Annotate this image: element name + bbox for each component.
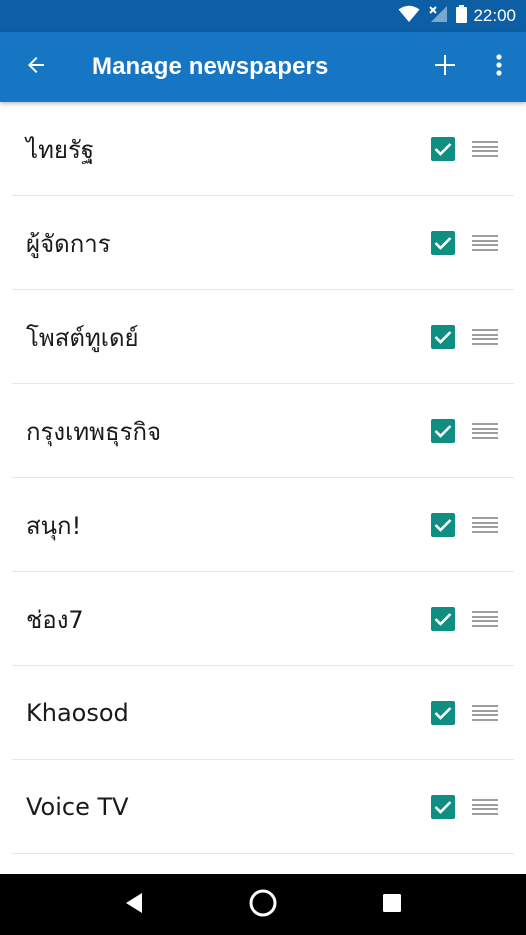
- system-nav-bar: [0, 874, 526, 935]
- status-bar: 22:00: [0, 0, 526, 32]
- arrow-left-icon: [24, 53, 48, 81]
- system-back-button[interactable]: [114, 885, 154, 925]
- newspaper-name: สนุก!: [26, 511, 82, 540]
- home-circle-icon: [248, 888, 278, 922]
- system-home-button[interactable]: [243, 885, 283, 925]
- signal-no-service-icon: [428, 5, 448, 27]
- list-item[interactable]: ผู้จัดการ: [0, 196, 526, 290]
- enable-checkbox[interactable]: [431, 419, 455, 443]
- battery-icon: [456, 5, 468, 27]
- newspaper-list: ไทยรัฐ ผู้จัดการ โพสต์ทูเดย์ กรุงเทพธุรก…: [0, 102, 526, 854]
- status-time: 22:00: [473, 6, 516, 25]
- drag-handle-icon[interactable]: [472, 420, 498, 442]
- list-item[interactable]: สนุก!: [0, 478, 526, 572]
- newspaper-name: ผู้จัดการ: [26, 229, 111, 258]
- newspaper-name: Voice TV: [26, 793, 129, 821]
- drag-handle-icon[interactable]: [472, 232, 498, 254]
- enable-checkbox[interactable]: [431, 701, 455, 725]
- page-title: Manage newspapers: [92, 53, 329, 80]
- list-item[interactable]: Voice TV: [0, 760, 526, 854]
- overflow-menu-button[interactable]: [472, 32, 526, 102]
- drag-handle-icon[interactable]: [472, 608, 498, 630]
- list-item[interactable]: Khaosod: [0, 666, 526, 760]
- enable-checkbox[interactable]: [431, 513, 455, 537]
- list-item[interactable]: ช่อง7: [0, 572, 526, 666]
- drag-handle-icon[interactable]: [472, 326, 498, 348]
- enable-checkbox[interactable]: [431, 137, 455, 161]
- drag-handle-icon[interactable]: [472, 514, 498, 536]
- more-vert-icon: [496, 54, 502, 80]
- app-bar: Manage newspapers: [0, 32, 526, 102]
- enable-checkbox[interactable]: [431, 607, 455, 631]
- drag-handle-icon[interactable]: [472, 702, 498, 724]
- recents-square-icon: [382, 893, 402, 917]
- enable-checkbox[interactable]: [431, 325, 455, 349]
- back-button[interactable]: [0, 32, 72, 102]
- back-triangle-icon: [124, 892, 144, 918]
- list-item[interactable]: โพสต์ทูเดย์: [0, 290, 526, 384]
- drag-handle-icon[interactable]: [472, 138, 498, 160]
- add-newspaper-button[interactable]: [418, 32, 472, 102]
- enable-checkbox[interactable]: [431, 231, 455, 255]
- newspaper-name: ไทยรัฐ: [26, 135, 95, 164]
- list-item[interactable]: กรุงเทพธุรกิจ: [0, 384, 526, 478]
- wifi-icon: [398, 5, 420, 27]
- drag-handle-icon[interactable]: [472, 796, 498, 818]
- newspaper-name: กรุงเทพธุรกิจ: [26, 417, 162, 446]
- newspaper-name: ช่อง7: [26, 605, 84, 634]
- newspaper-name: โพสต์ทูเดย์: [26, 323, 139, 352]
- system-recents-button[interactable]: [372, 885, 412, 925]
- plus-icon: [434, 54, 456, 80]
- list-item[interactable]: ไทยรัฐ: [0, 102, 526, 196]
- newspaper-name: Khaosod: [26, 699, 129, 727]
- enable-checkbox[interactable]: [431, 795, 455, 819]
